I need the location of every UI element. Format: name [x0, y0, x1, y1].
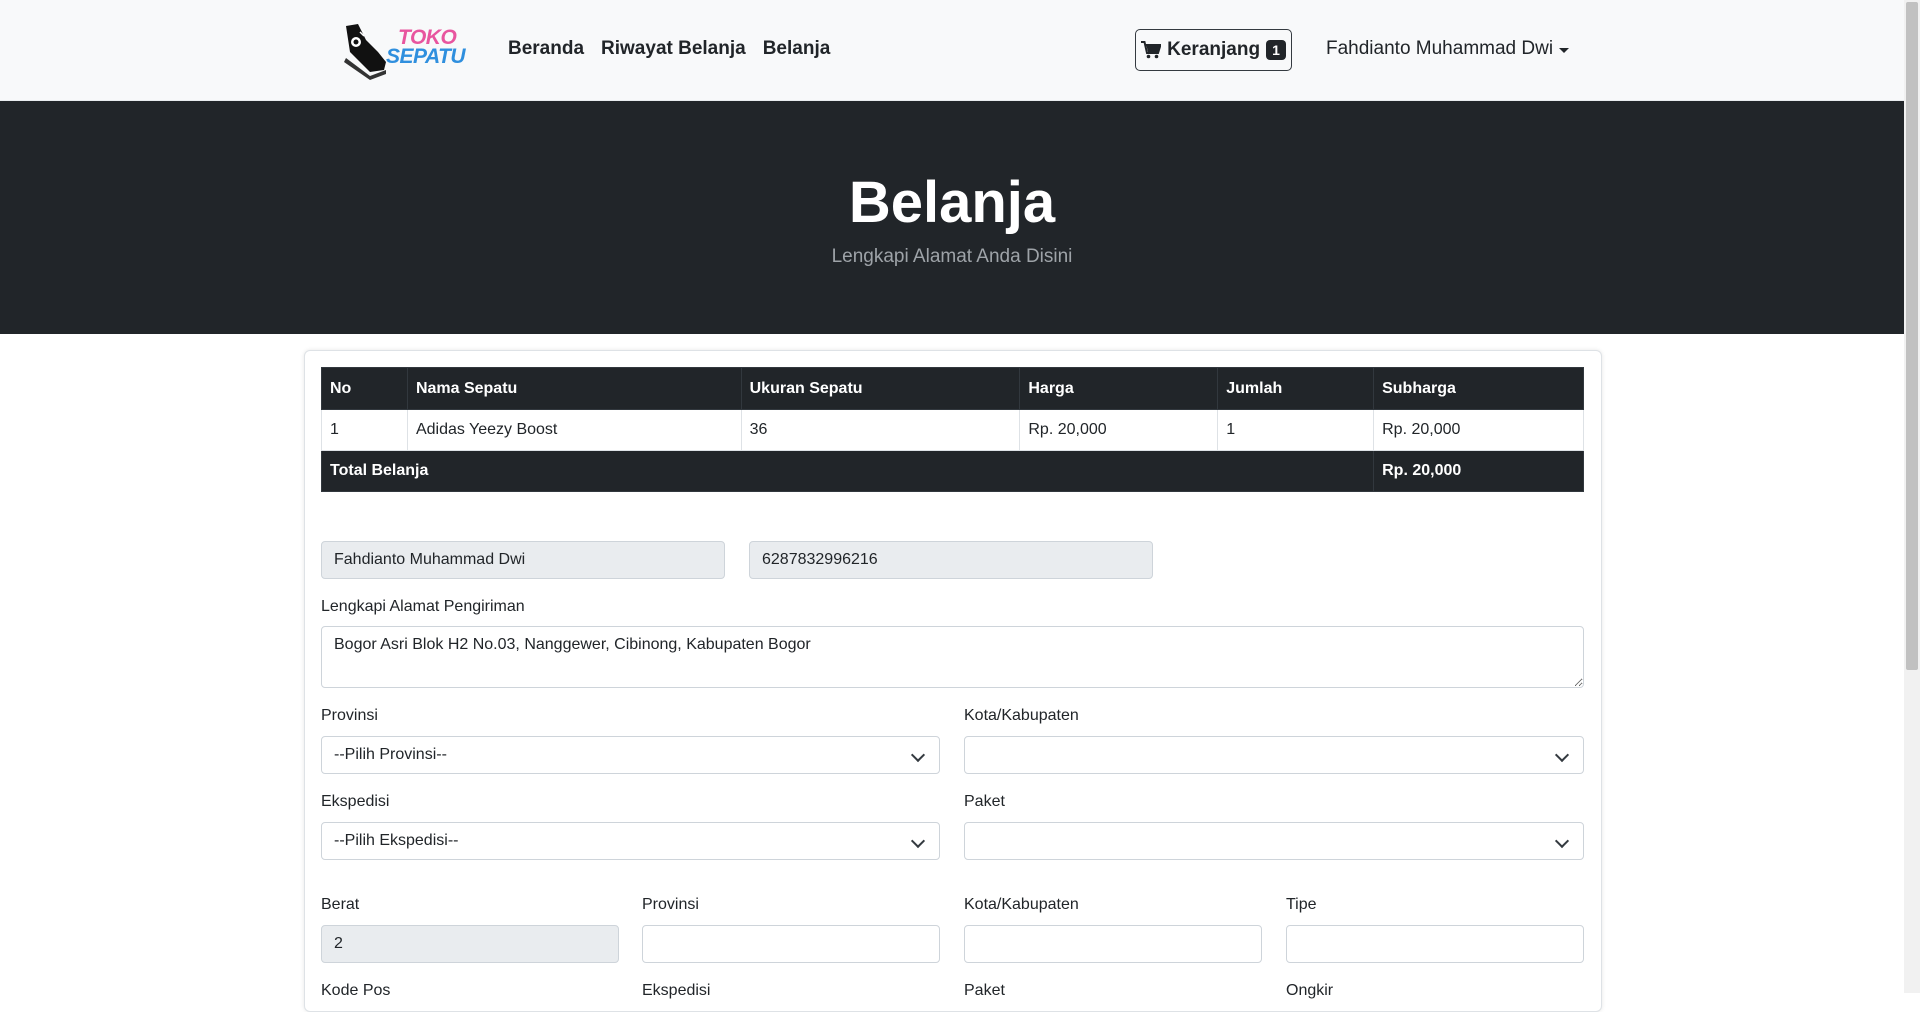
- column-header: Jumlah: [1217, 367, 1375, 410]
- nav-link-riwayat-belanja[interactable]: Riwayat Belanja: [601, 38, 746, 60]
- provinsi-detail-label: Provinsi: [642, 896, 699, 913]
- page-header: Belanja Lengkapi Alamat Anda Disini: [0, 101, 1904, 334]
- kota-select[interactable]: [964, 736, 1584, 774]
- column-header: Subharga: [1373, 367, 1584, 410]
- brand-logo[interactable]: TOKO SEPATU: [340, 20, 466, 80]
- column-header: Harga: [1019, 367, 1219, 410]
- cart-label: Keranjang: [1167, 39, 1261, 60]
- table-row: 1 Adidas Yeezy Boost 36 Rp. 20,000 1 Rp.…: [321, 409, 1584, 451]
- ekspedisi-detail-label: Ekspedisi: [642, 982, 711, 999]
- provinsi-detail-field[interactable]: [642, 925, 940, 963]
- berat-label: Berat: [321, 896, 360, 913]
- name-field[interactable]: Fahdianto Muhammad Dwi: [321, 541, 725, 579]
- kodepos-label: Kode Pos: [321, 982, 391, 999]
- user-name: Fahdianto Muhammad Dwi: [1326, 38, 1554, 59]
- chevron-down-icon: [1554, 747, 1570, 763]
- tipe-field[interactable]: [1286, 925, 1584, 963]
- berat-field[interactable]: 2: [321, 925, 619, 963]
- table-cell: Adidas Yeezy Boost: [406, 409, 742, 451]
- address-textarea[interactable]: Bogor Asri Blok H2 No.03, Nanggewer, Cib…: [321, 626, 1584, 688]
- nav-links: Beranda Riwayat Belanja Belanja: [508, 38, 830, 60]
- cart-table: No Nama Sepatu Ukuran Sepatu Harga Jumla…: [320, 367, 1584, 492]
- paket-select[interactable]: [964, 822, 1584, 860]
- cart-icon: [1141, 41, 1162, 59]
- cart-count-badge: 1: [1266, 40, 1286, 60]
- column-header: No: [321, 367, 408, 410]
- ekspedisi-select-value: --Pilih Ekspedisi--: [334, 832, 459, 849]
- table-cell: 1: [1217, 409, 1375, 451]
- scrollbar-thumb[interactable]: [1906, 2, 1918, 670]
- total-value: Rp. 20,000: [1373, 450, 1584, 492]
- caret-down-icon: [1559, 47, 1570, 53]
- brand-name: TOKO SEPATU: [386, 26, 466, 68]
- chevron-down-icon: [910, 747, 926, 763]
- total-label: Total Belanja: [320, 450, 1375, 492]
- cart-button[interactable]: Keranjang 1: [1135, 29, 1292, 71]
- paket-detail-label: Paket: [964, 982, 1005, 999]
- page-subtitle: Lengkapi Alamat Anda Disini: [831, 246, 1073, 267]
- navbar: TOKO SEPATU Beranda Riwayat Belanja Bela…: [0, 0, 1904, 101]
- user-dropdown[interactable]: Fahdianto Muhammad Dwi: [1326, 38, 1570, 60]
- chevron-down-icon: [910, 833, 926, 849]
- ekspedisi-select[interactable]: --Pilih Ekspedisi--: [321, 822, 940, 860]
- phone-field[interactable]: 6287832996216: [749, 541, 1153, 579]
- total-row: Total Belanja Rp. 20,000: [320, 450, 1584, 492]
- ongkir-label: Ongkir: [1286, 982, 1334, 999]
- table-cell: 36: [740, 409, 1021, 451]
- table-cell: 1: [321, 409, 408, 451]
- column-header: Ukuran Sepatu: [740, 367, 1021, 410]
- kota-detail-label: Kota/Kabupaten: [964, 896, 1079, 913]
- ekspedisi-label: Ekspedisi: [321, 793, 390, 810]
- provinsi-select-value: --Pilih Provinsi--: [334, 746, 447, 763]
- checkout-card: No Nama Sepatu Ukuran Sepatu Harga Jumla…: [304, 350, 1602, 1012]
- page-title: Belanja: [848, 170, 1056, 235]
- chevron-down-icon: [1554, 833, 1570, 849]
- table-cell: Rp. 20,000: [1373, 409, 1584, 451]
- kota-detail-field[interactable]: [964, 925, 1262, 963]
- provinsi-label: Provinsi: [321, 707, 378, 724]
- table-header-row: No Nama Sepatu Ukuran Sepatu Harga Jumla…: [321, 367, 1584, 410]
- address-label: Lengkapi Alamat Pengiriman: [321, 598, 525, 615]
- tipe-label: Tipe: [1286, 896, 1317, 913]
- column-header: Nama Sepatu: [406, 367, 742, 410]
- paket-label: Paket: [964, 793, 1005, 810]
- nav-link-beranda[interactable]: Beranda: [508, 38, 584, 60]
- table-cell: Rp. 20,000: [1019, 409, 1219, 451]
- sneaker-icon: [344, 24, 386, 80]
- nav-link-belanja[interactable]: Belanja: [763, 38, 831, 60]
- kota-label: Kota/Kabupaten: [964, 707, 1079, 724]
- provinsi-select[interactable]: --Pilih Provinsi--: [321, 736, 940, 774]
